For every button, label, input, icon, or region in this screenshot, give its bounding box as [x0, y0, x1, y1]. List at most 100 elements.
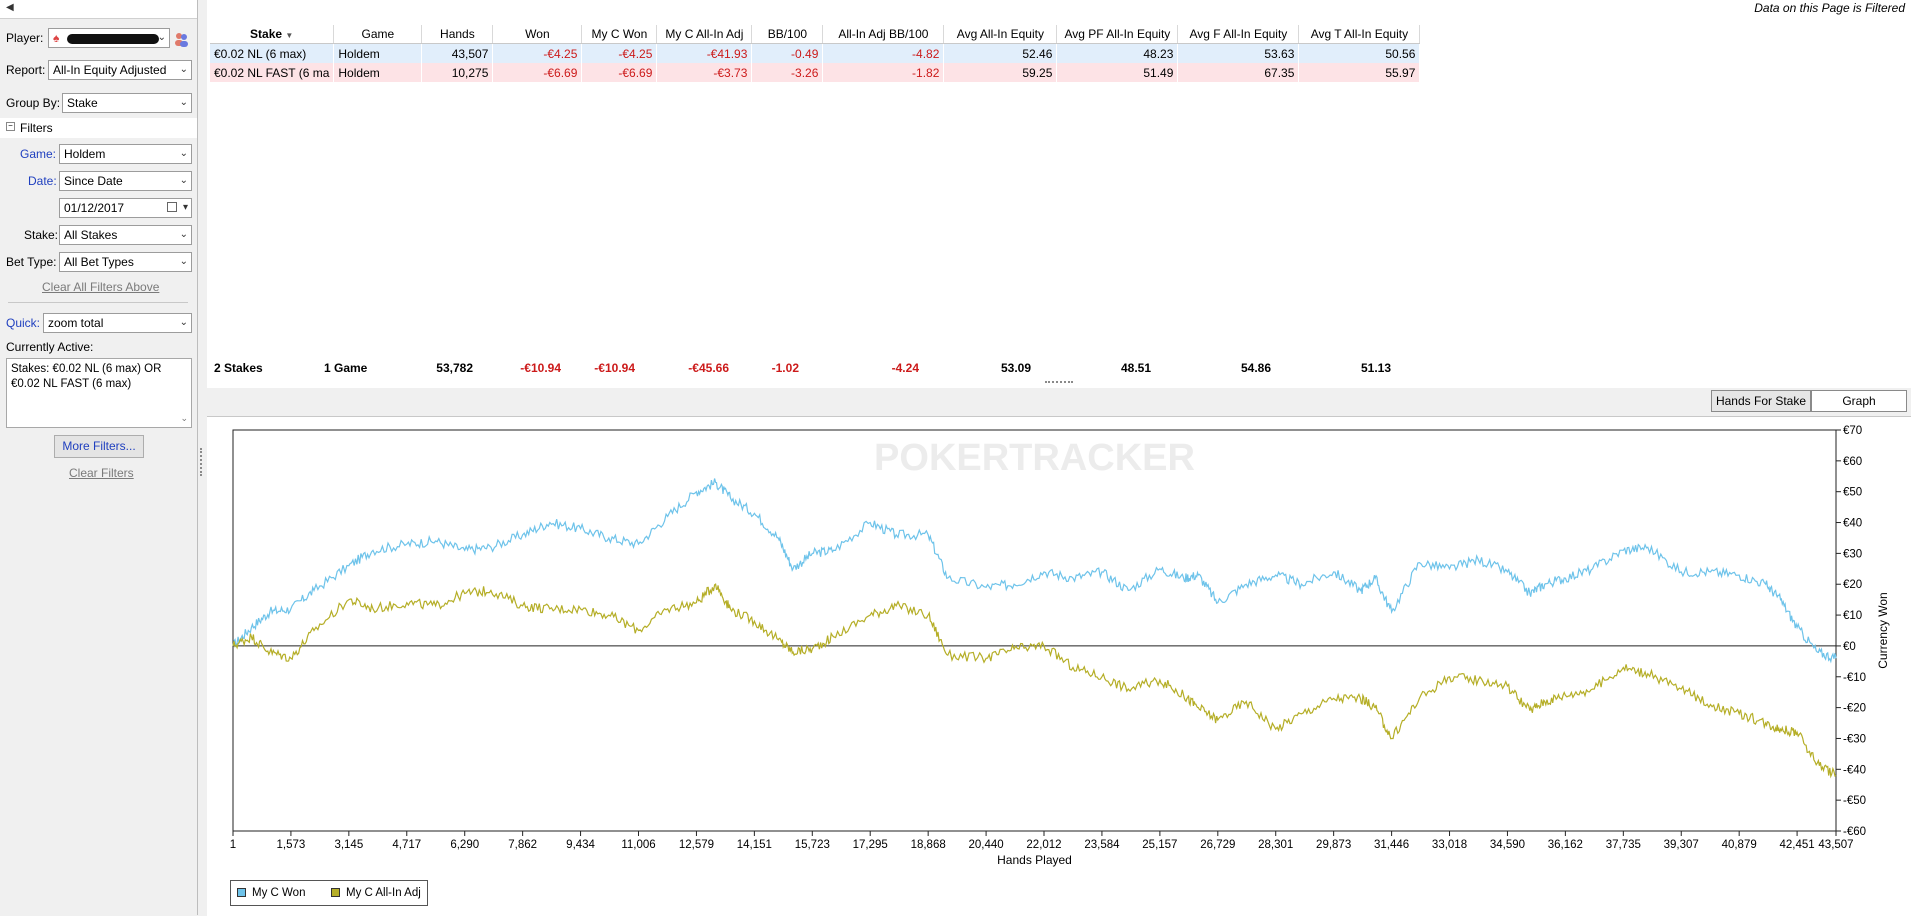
col-header-won[interactable]: Won — [492, 25, 583, 44]
filters-header[interactable]: − Filters — [0, 118, 197, 138]
x-tick-label: 4,717 — [392, 839, 421, 851]
filters-title: Filters — [20, 121, 53, 135]
scroll-down-icon[interactable]: ⌄ — [180, 411, 188, 426]
x-tick-label: 37,735 — [1606, 839, 1641, 851]
tab-hands-for-stake[interactable]: Hands For Stake — [1711, 390, 1811, 412]
cell-hands: 10,275 — [421, 63, 494, 82]
x-tick-label: 26,729 — [1200, 839, 1235, 851]
col-header-avg-t-allin-equity[interactable]: Avg T All-In Equity — [1298, 25, 1421, 44]
cell-stake: €0.02 NL (6 max) — [210, 43, 335, 63]
sidebar-collapse-bar[interactable]: ◀ — [0, 0, 197, 19]
col-header-my-c-allin-adj[interactable]: My C All-In Adj — [656, 25, 753, 44]
collapse-minus-icon[interactable]: − — [6, 122, 15, 131]
col-header-avg-allin-equity[interactable]: Avg All-In Equity — [943, 25, 1058, 44]
chevron-down-icon: ⌄ — [179, 64, 188, 75]
cell-avg-pf-allin-equity: 51.49 — [1056, 63, 1179, 82]
stake-select[interactable]: All Stakes ⌄ — [59, 225, 192, 245]
y-tick-label: €20 — [1843, 579, 1862, 591]
players-icon[interactable] — [172, 30, 190, 48]
legend-item-my-c-won[interactable]: My C Won — [237, 887, 305, 899]
currently-active-text: Stakes: €0.02 NL (6 max) OR €0.02 NL FAS… — [11, 363, 162, 390]
collapse-arrow-icon[interactable]: ◀ — [6, 2, 14, 13]
more-filters-button[interactable]: More Filters... — [54, 435, 144, 458]
total-avg-allin-equity: 53.09 — [1000, 361, 1031, 375]
x-tick-label: 40,879 — [1722, 839, 1757, 851]
x-tick-label: 43,507 — [1818, 839, 1853, 851]
cell-game: Holdem — [333, 63, 423, 82]
stake-label: Stake: — [24, 228, 59, 242]
chevron-down-icon: ⌄ — [157, 32, 166, 43]
total-avg-pf-allin-equity: 48.51 — [1120, 361, 1151, 375]
calendar-icon[interactable] — [167, 202, 177, 212]
y-axis-label: Currency Won — [1876, 592, 1890, 668]
plot-frame — [232, 429, 1837, 832]
clear-all-filters-above-link[interactable]: Clear All Filters Above — [42, 280, 159, 294]
player-select[interactable]: ♠ ⌄ — [48, 28, 170, 48]
cell-game: Holdem — [333, 43, 423, 63]
x-tick-label: 39,307 — [1664, 839, 1699, 851]
total-avg-f-allin-equity: 54.86 — [1240, 361, 1271, 375]
quick-select[interactable]: zoom total ⌄ — [43, 313, 192, 333]
bettype-select[interactable]: All Bet Types ⌄ — [59, 252, 192, 272]
x-axis-label: Hands Played — [997, 853, 1072, 867]
col-header-allin-adj-bb100[interactable]: All-In Adj BB/100 — [822, 25, 945, 44]
chevron-down-icon: ⌄ — [179, 97, 188, 108]
game-select[interactable]: Holdem ⌄ — [59, 144, 192, 164]
y-tick-label: -€50 — [1843, 795, 1866, 807]
col-header-bb100[interactable]: BB/100 — [751, 25, 824, 44]
y-tick-label: €50 — [1843, 487, 1862, 499]
y-tick-label: -€30 — [1843, 733, 1866, 745]
col-header-hands[interactable]: Hands — [421, 25, 494, 44]
chevron-down-icon: ⌄ — [179, 175, 188, 186]
groupby-row: Group By: Stake ⌄ — [0, 91, 197, 115]
date-select[interactable]: Since Date ⌄ — [59, 171, 192, 191]
table-row[interactable]: €0.02 NL FAST (6 ma Holdem 10,275 -€6.69… — [210, 63, 1421, 82]
report-select[interactable]: All-In Equity Adjusted ⌄ — [48, 60, 192, 80]
groupby-select[interactable]: Stake ⌄ — [62, 93, 192, 113]
currently-active-label: Currently Active: — [6, 340, 94, 354]
chevron-down-icon: ▾ — [182, 202, 188, 213]
x-tick-label: 34,590 — [1490, 839, 1525, 851]
line-chart: POKERTRACKER 1 1,573 3,145 4,717 6,290 7,862 9,… — [230, 425, 1890, 867]
quick-value: zoom total — [48, 316, 104, 330]
x-tick-label: 42,451 — [1779, 839, 1814, 851]
legend-item-my-c-allin-adj[interactable]: My C All-In Adj — [331, 887, 421, 899]
tab-graph[interactable]: Graph — [1811, 390, 1907, 412]
cell-won: -€6.69 — [492, 63, 583, 82]
col-header-avg-f-allin-equity[interactable]: Avg F All-In Equity — [1177, 25, 1300, 44]
col-header-game[interactable]: Game — [333, 25, 423, 44]
col-header-my-c-won[interactable]: My C Won — [581, 25, 658, 44]
player-row: Player: ♠ ⌄ — [0, 26, 197, 50]
vertical-splitter-handle[interactable] — [200, 448, 206, 476]
total-my-c-allin-adj: -€45.66 — [688, 361, 729, 375]
total-stakes: 2 Stakes — [214, 361, 263, 375]
x-tick-label: 31,446 — [1374, 839, 1409, 851]
y-tick-label: -€40 — [1843, 764, 1866, 776]
table-row[interactable]: €0.02 NL (6 max) Holdem 43,507 -€4.25 -€… — [210, 43, 1421, 63]
legend-swatch — [331, 888, 340, 897]
currently-active-box[interactable]: Stakes: €0.02 NL (6 max) OR €0.02 NL FAS… — [6, 358, 192, 428]
stats-table: Stake ▼ Game Hands Won My C Won My C All… — [210, 25, 1421, 82]
y-tick-label: -€60 — [1843, 826, 1866, 838]
date-input[interactable]: 01/12/2017 ▾ — [59, 198, 192, 218]
x-tick-label: 18,868 — [911, 839, 946, 851]
x-tick-label: 17,295 — [853, 839, 888, 851]
x-tick-label: 9,434 — [566, 839, 595, 851]
cell-avg-f-allin-equity: 53.63 — [1177, 43, 1300, 63]
horizontal-splitter-handle[interactable] — [207, 380, 1911, 386]
clear-filters-link[interactable]: Clear Filters — [69, 466, 134, 480]
col-header-avg-pf-allin-equity[interactable]: Avg PF All-In Equity — [1056, 25, 1179, 44]
groupby-label: Group By: — [6, 96, 61, 110]
game-label: Game: — [20, 147, 57, 161]
game-filter-row: Game: Holdem ⌄ — [0, 142, 197, 166]
x-tick-label: 6,290 — [450, 839, 479, 851]
totals-row: 2 Stakes 1 Game 53,782 -€10.94 -€10.94 -… — [210, 359, 1395, 377]
bettype-label: Bet Type: — [6, 255, 57, 269]
stake-value: All Stakes — [64, 228, 118, 242]
date-value: Since Date — [64, 174, 123, 188]
player-site-icon: ♠ — [53, 31, 60, 45]
col-header-stake[interactable]: Stake ▼ — [210, 25, 335, 44]
x-tick-label: 33,018 — [1432, 839, 1467, 851]
y-tick-label: €0 — [1843, 641, 1856, 653]
cell-bb100: -0.49 — [751, 43, 824, 63]
